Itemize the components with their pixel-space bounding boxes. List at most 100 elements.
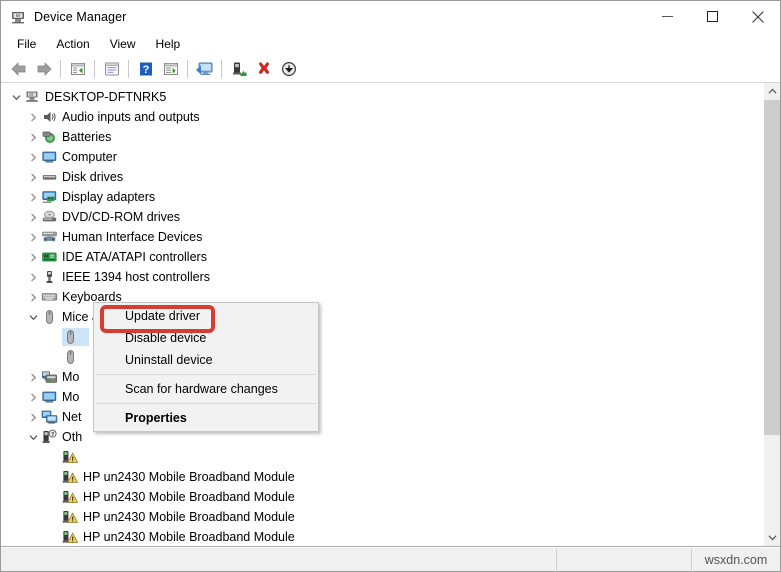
scroll-down-button[interactable] — [764, 529, 780, 546]
chevron-right-icon[interactable] — [25, 289, 41, 305]
tree-item-label: Batteries — [62, 130, 112, 144]
close-button[interactable] — [735, 1, 780, 32]
chevron-right-icon[interactable] — [25, 369, 41, 385]
tree-row-display-adapters[interactable]: Display adapters — [2, 187, 763, 207]
disable-device-icon[interactable] — [276, 57, 301, 81]
device-tree[interactable]: DESKTOP-DFTNRK5 Audio inputs and outputs — [1, 83, 763, 546]
vertical-scrollbar[interactable] — [763, 83, 780, 546]
menu-help[interactable]: Help — [146, 35, 191, 53]
context-menu-separator — [96, 403, 316, 404]
help-icon[interactable]: ? — [133, 57, 158, 81]
context-menu-item-uninstall-device[interactable]: Uninstall device — [94, 349, 318, 371]
tree-item-label: Mo — [62, 390, 80, 404]
unknown-device-warning-icon — [62, 449, 79, 465]
tree-row-other-device-2[interactable]: HP un2430 Mobile Broadband Module — [2, 467, 763, 487]
uninstall-device-icon[interactable] — [251, 57, 276, 81]
window-title: Device Manager — [34, 9, 127, 24]
computer-root-icon — [24, 89, 41, 105]
tree-row-other-device-3[interactable]: HP un2430 Mobile Broadband Module — [2, 487, 763, 507]
toolbar-separator — [94, 59, 95, 78]
tree-row-audio-inputs-and-outputs[interactable]: Audio inputs and outputs — [2, 107, 763, 127]
chevron-right-icon[interactable] — [25, 209, 41, 225]
minimize-button[interactable] — [645, 1, 690, 32]
toolbar: ? — [1, 55, 780, 83]
monitor-icon — [41, 389, 58, 405]
context-menu-item-properties[interactable]: Properties — [94, 407, 318, 429]
chevron-down-icon[interactable] — [25, 429, 41, 445]
maximize-button[interactable] — [690, 1, 735, 32]
tree-row-other-device-1[interactable] — [2, 447, 763, 467]
tree-item-label: Human Interface Devices — [62, 230, 203, 244]
scrollbar-track[interactable] — [764, 100, 780, 529]
status-bar-right-pane — [557, 547, 692, 572]
chevron-right-icon[interactable] — [25, 149, 41, 165]
properties-icon[interactable] — [99, 57, 124, 81]
tree-row-dvd-cd-rom-drives[interactable]: DVD/CD-ROM drives — [2, 207, 763, 227]
status-bar-left-pane — [1, 547, 557, 572]
title-bar: Device Manager — [1, 1, 780, 32]
speaker-icon — [41, 109, 58, 125]
chevron-right-icon[interactable] — [25, 269, 41, 285]
device-manager-window: Device Manager File Action View Help ? D… — [0, 0, 781, 572]
tree-row-disk-drives[interactable]: Disk drives — [2, 167, 763, 187]
ide-controller-icon — [41, 249, 58, 265]
context-menu-item-update-driver[interactable]: Update driver — [94, 305, 318, 327]
modem-icon — [41, 369, 58, 385]
menu-bar: File Action View Help — [1, 32, 780, 55]
tree-item-label: HP un2430 Mobile Broadband Module — [83, 470, 295, 484]
tree-row-other-device-5[interactable]: HP un2430 Mobile Broadband Module — [2, 527, 763, 546]
status-bar: wsxdn.com — [1, 547, 780, 572]
unknown-device-warning-icon — [62, 489, 79, 505]
toolbar-separator — [221, 59, 222, 78]
tree-row-other-device-4[interactable]: HP un2430 Mobile Broadband Module — [2, 507, 763, 527]
tree-row-ide-ata-atapi-controllers[interactable]: IDE ATA/ATAPI controllers — [2, 247, 763, 267]
context-menu[interactable]: Update driver Disable device Uninstall d… — [93, 302, 319, 432]
chevron-right-icon[interactable] — [25, 249, 41, 265]
mouse-icon — [62, 349, 79, 365]
menu-view[interactable]: View — [100, 35, 146, 53]
tree-row-human-interface-devices[interactable]: Human Interface Devices — [2, 227, 763, 247]
tree-root-label: DESKTOP-DFTNRK5 — [45, 90, 167, 104]
display-adapter-icon — [41, 189, 58, 205]
chevron-right-icon[interactable] — [25, 129, 41, 145]
tree-row-ieee-1394-host-controllers[interactable]: IEEE 1394 host controllers — [2, 267, 763, 287]
tree-item-label: IDE ATA/ATAPI controllers — [62, 250, 207, 264]
enable-device-icon[interactable] — [226, 57, 251, 81]
tree-row-computer[interactable]: Computer — [2, 147, 763, 167]
battery-icon — [41, 129, 58, 145]
menu-action[interactable]: Action — [46, 35, 99, 53]
chevron-right-icon[interactable] — [25, 189, 41, 205]
optical-drive-icon — [41, 209, 58, 225]
tree-item-label: IEEE 1394 host controllers — [62, 270, 210, 284]
chevron-right-icon[interactable] — [25, 389, 41, 405]
tree-item-label: Computer — [62, 150, 117, 164]
context-menu-item-disable-device[interactable]: Disable device — [94, 327, 318, 349]
tree-row-root[interactable]: DESKTOP-DFTNRK5 — [2, 87, 763, 107]
update-driver-icon[interactable] — [158, 57, 183, 81]
unknown-device-warning-icon — [62, 509, 79, 525]
unknown-device-warning-icon — [62, 469, 79, 485]
show-hide-console-tree-icon[interactable] — [65, 57, 90, 81]
scroll-up-button[interactable] — [764, 83, 780, 100]
mouse-icon — [62, 329, 79, 345]
chevron-right-icon[interactable] — [25, 109, 41, 125]
other-device-icon: ? — [41, 429, 58, 445]
svg-text:?: ? — [51, 432, 54, 438]
chevron-down-icon[interactable] — [25, 309, 41, 325]
forward-arrow-icon[interactable] — [31, 57, 56, 81]
tree-item-label: Display adapters — [62, 190, 156, 204]
chevron-down-icon[interactable] — [8, 89, 24, 105]
chevron-right-icon[interactable] — [25, 409, 41, 425]
chevron-right-icon[interactable] — [25, 229, 41, 245]
menu-file[interactable]: File — [7, 35, 46, 53]
back-arrow-icon[interactable] — [6, 57, 31, 81]
hid-icon — [41, 229, 58, 245]
chevron-right-icon[interactable] — [25, 169, 41, 185]
scan-for-hardware-changes-icon[interactable] — [192, 57, 217, 81]
context-menu-item-scan-for-hardware-changes[interactable]: Scan for hardware changes — [94, 378, 318, 400]
device-manager-icon — [10, 9, 26, 25]
tree-row-batteries[interactable]: Batteries — [2, 127, 763, 147]
toolbar-separator — [128, 59, 129, 78]
scrollbar-thumb[interactable] — [764, 100, 780, 435]
tree-item-label: Audio inputs and outputs — [62, 110, 200, 124]
